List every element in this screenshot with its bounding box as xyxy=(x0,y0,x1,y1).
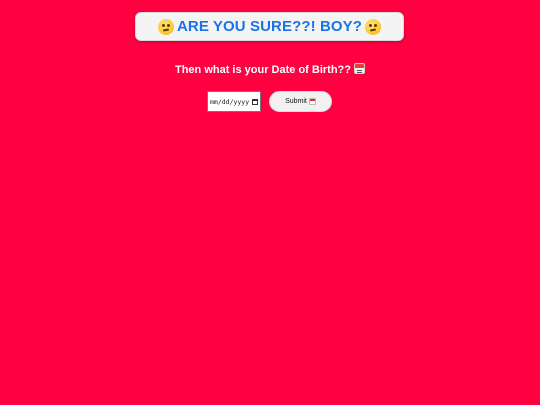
calendar-picker-icon[interactable] xyxy=(252,98,258,105)
dob-question-text: Then what is your Date of Birth?? xyxy=(174,64,351,76)
date-placeholder: mm/dd/yyyy xyxy=(210,97,250,106)
page-title: ARE YOU SURE??! BOY? xyxy=(176,18,363,35)
date-of-birth-input[interactable]: mm/dd/yyyy xyxy=(207,91,261,112)
submit-label: Submit xyxy=(285,98,307,105)
calendar-icon xyxy=(308,98,316,105)
dob-question: Then what is your Date of Birth?? xyxy=(0,63,540,76)
thinking-face-icon xyxy=(157,18,174,35)
submit-button[interactable]: Submit xyxy=(269,91,332,112)
thinking-face-icon xyxy=(365,18,382,35)
title-banner: ARE YOU SURE??! BOY? xyxy=(135,12,404,41)
calendar-icon xyxy=(354,63,365,74)
